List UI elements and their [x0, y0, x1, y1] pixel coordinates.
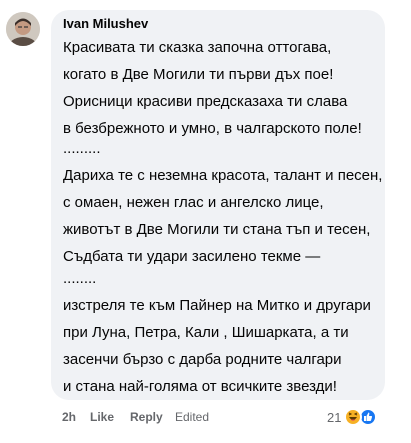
- comment-author[interactable]: Ivan Milushev: [63, 16, 148, 31]
- comment-line: Орисници красиви предсказаха ти слава: [63, 93, 348, 110]
- reply-button[interactable]: Reply: [130, 410, 163, 424]
- comment-line: Красивата ти сказка започна оттогава,: [63, 39, 332, 56]
- comment-line: Дариха те с неземна красота, талант и пе…: [63, 167, 383, 184]
- comment-line: животът в Две Могили ти стана тъп и тесе…: [63, 221, 371, 238]
- comment-line: при Луна, Петра, Кали , Шишарката, а ти: [63, 324, 349, 341]
- like-button[interactable]: Like: [90, 410, 114, 424]
- comment-timestamp[interactable]: 2h: [62, 410, 76, 424]
- comment-line: когато в Две Могили ти първи дъх пое!: [63, 66, 334, 83]
- reaction-count[interactable]: 21: [327, 410, 341, 425]
- comment-line: .........: [63, 140, 101, 157]
- comment-line: засенчи бързо с дарба родните чалгари: [63, 351, 342, 368]
- avatar[interactable]: [6, 12, 40, 46]
- comment-bubble: Ivan Milushev Красивата ти сказка започн…: [51, 10, 385, 400]
- comment-line: с омаен, нежен глас и ангелско лице,: [63, 194, 324, 211]
- comment-line: в безбрежното и умно, в чалгарското поле…: [63, 120, 362, 137]
- haha-emoji-icon[interactable]: [344, 408, 362, 426]
- comment-line: ........: [63, 270, 97, 287]
- comment-actions: 2h Like Reply Edited 21: [0, 408, 411, 428]
- comment-line: изстреля те към Пайнер на Митко и другар…: [63, 297, 371, 314]
- comment-line: Съдбата ти удари засилено текме —: [63, 248, 321, 265]
- comment-line: и стана най-голяма от всичките звезди!: [63, 378, 337, 395]
- edited-label[interactable]: Edited: [175, 410, 209, 424]
